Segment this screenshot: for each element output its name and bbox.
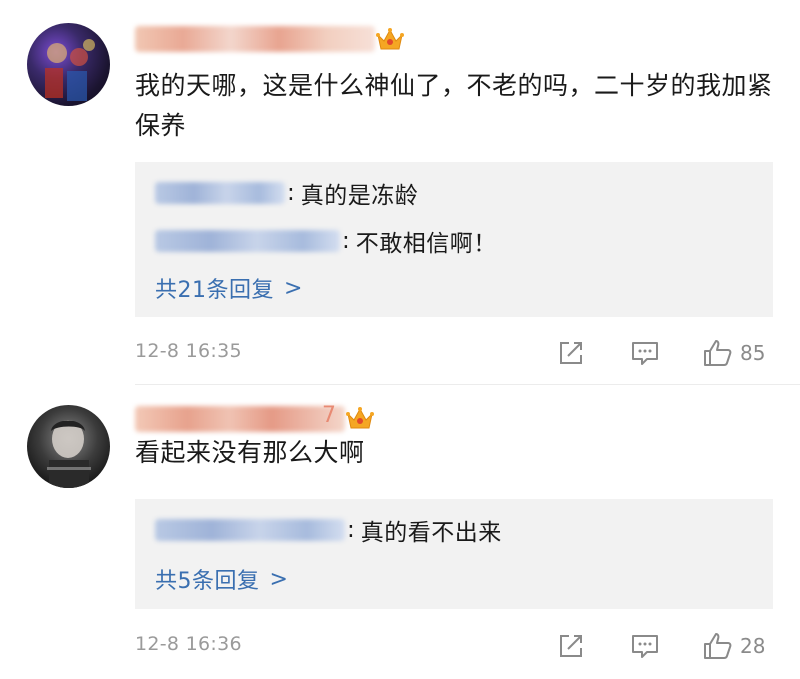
username-redacted[interactable] (135, 26, 375, 52)
reply-separator: : (287, 180, 295, 206)
comment-time: 12-8 16:35 (135, 340, 242, 362)
reply-box[interactable]: : 真的是冻龄 : 不敢相信啊！ 共21条回复 > (135, 162, 773, 317)
crown-icon (346, 407, 374, 429)
like-button[interactable]: 85 (702, 338, 765, 368)
comment-card: 7 看起来没有那么大啊 : 真的看不出来 共5条回复 > 12-8 16:36 (0, 386, 800, 679)
reply-username-redacted[interactable] (155, 230, 340, 252)
reply-box[interactable]: : 真的看不出来 共5条回复 > (135, 499, 773, 609)
thumbs-up-icon (704, 633, 732, 659)
reply-username-redacted[interactable] (155, 519, 345, 541)
more-replies-link[interactable]: 共5条回复 > (155, 563, 288, 595)
more-replies-link[interactable]: 共21条回复 > (155, 272, 303, 304)
reply-separator: : (347, 517, 355, 543)
repost-icon (560, 635, 582, 657)
reply-username-redacted[interactable] (155, 182, 285, 204)
reply-text: 不敢相信啊！ (355, 231, 497, 257)
chevron-right-icon: > (284, 275, 303, 301)
avatar[interactable] (27, 23, 110, 106)
comment-button[interactable] (630, 631, 660, 661)
like-count: 85 (740, 341, 766, 365)
comment-card: 我的天哪，这是什么神仙了，不老的吗，二十岁的我加紧保养 : 真的是冻龄 : 不敢… (0, 0, 800, 384)
reply-item[interactable]: : 真的看不出来 (155, 513, 502, 547)
repost-icon (560, 342, 582, 364)
thumbs-up-icon (704, 340, 732, 366)
avatar[interactable] (27, 405, 110, 488)
comment-text: 我的天哪，这是什么神仙了，不老的吗，二十岁的我加紧保养 (135, 71, 773, 140)
like-count: 28 (740, 634, 766, 658)
chevron-right-icon: > (269, 566, 289, 592)
comment-time: 12-8 16:36 (135, 633, 242, 655)
comment-icon (632, 342, 658, 365)
comment-icon (632, 635, 658, 658)
more-replies-label: 共21条回复 (155, 278, 274, 303)
comment-button[interactable] (630, 338, 660, 368)
reply-item[interactable]: : 真的是冻龄 (155, 176, 418, 210)
comment-text: 看起来没有那么大啊 (135, 438, 365, 467)
reply-text: 真的看不出来 (360, 520, 502, 546)
more-replies-label: 共5条回复 (155, 569, 260, 594)
like-button[interactable]: 28 (702, 631, 765, 661)
reply-item[interactable]: : 不敢相信啊！ (155, 224, 497, 258)
reply-separator: : (342, 228, 350, 254)
repost-button[interactable] (556, 631, 586, 661)
comment-divider (135, 384, 800, 385)
username-redacted[interactable] (135, 406, 345, 432)
username-suffix: 7 (322, 403, 336, 428)
reply-text: 真的是冻龄 (300, 183, 419, 209)
repost-button[interactable] (556, 338, 586, 368)
crown-icon (376, 28, 404, 50)
